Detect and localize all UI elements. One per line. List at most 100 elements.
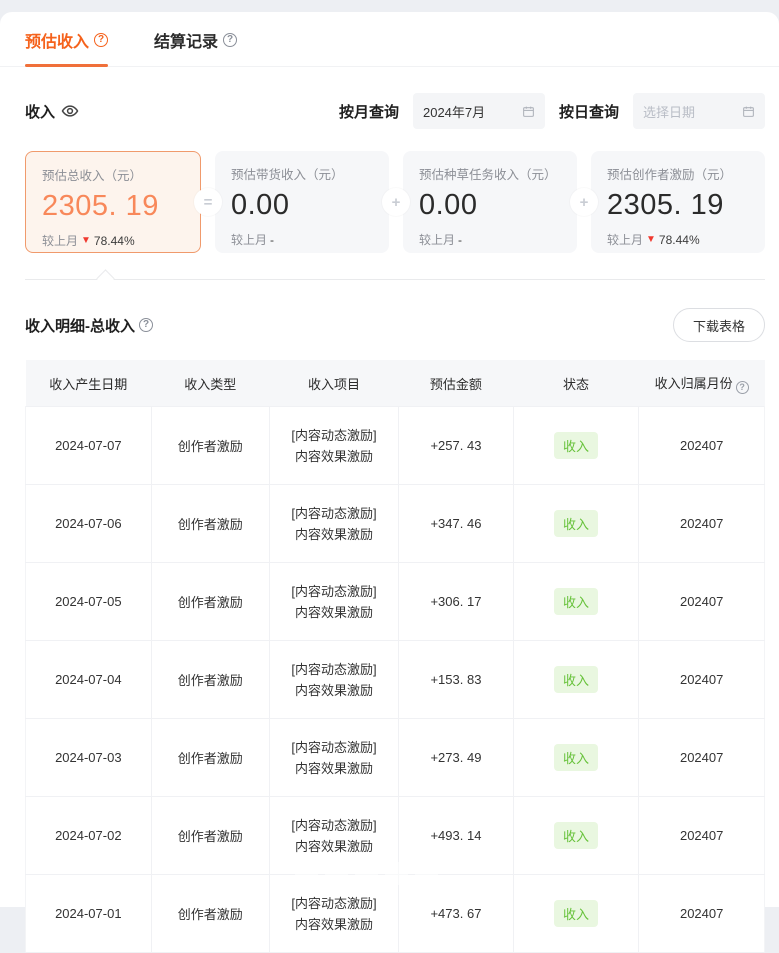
cell-month: 202407	[639, 407, 765, 485]
card-seeding-task-income[interactable]: 预估种草任务收入（元） 0.00 较上月 -	[403, 151, 577, 253]
status-badge: 收入	[554, 432, 598, 459]
down-arrow-icon	[646, 235, 656, 245]
change-value: 78.44%	[94, 234, 135, 248]
compare-label: 较上月	[419, 231, 455, 248]
cell-type: 创作者激励	[151, 407, 269, 485]
status-badge: 收入	[554, 510, 598, 537]
card-label: 预估带货收入（元）	[231, 164, 373, 183]
income-table: 收入产生日期 收入类型 收入项目 预估金额 状态 收入归属月份 2024-07-…	[25, 360, 765, 953]
eye-icon[interactable]	[61, 102, 79, 120]
card-footer: 较上月 -	[419, 231, 561, 248]
header-income-type: 收入类型	[151, 360, 269, 407]
card-footer: 较上月 78.44%	[42, 232, 184, 249]
card-commerce-income[interactable]: 预估带货收入（元） 0.00 较上月 -	[215, 151, 389, 253]
status-badge: 收入	[554, 900, 598, 927]
card-value: 2305. 19	[607, 189, 749, 222]
plus-icon: +	[382, 188, 410, 216]
cell-month: 202407	[639, 797, 765, 875]
cell-date: 2024-07-06	[26, 485, 152, 563]
header-estimated-amount: 预估金额	[399, 360, 514, 407]
help-icon[interactable]	[94, 33, 108, 47]
header-income-month-text: 收入归属月份	[655, 376, 733, 391]
cell-month: 202407	[639, 719, 765, 797]
card-value: 2305. 19	[42, 190, 184, 223]
card-footer: 较上月 78.44%	[607, 231, 749, 248]
header-status: 状态	[513, 360, 639, 407]
cell-type: 创作者激励	[151, 485, 269, 563]
header-income-month: 收入归属月份	[639, 360, 765, 407]
date-filters: 按月查询 2024年7月 按日查询 选择日期	[339, 93, 765, 129]
filter-row: 收入 按月查询 2024年7月	[25, 93, 765, 129]
cell-status: 收入	[513, 641, 639, 719]
summary-cards: 预估总收入（元） 2305. 19 较上月 78.44% = 预估带货收入（元）…	[25, 151, 765, 253]
card-value: 0.00	[231, 189, 373, 222]
cell-date: 2024-07-04	[26, 641, 152, 719]
cell-status: 收入	[513, 407, 639, 485]
selected-card-caret	[96, 269, 114, 287]
cell-status: 收入	[513, 797, 639, 875]
cell-status: 收入	[513, 875, 639, 953]
down-arrow-icon	[81, 236, 91, 246]
month-query-label: 按月查询	[339, 101, 399, 122]
download-table-button[interactable]: 下载表格	[673, 308, 765, 342]
day-picker-input[interactable]: 选择日期	[633, 93, 765, 129]
month-picker-value: 2024年7月	[423, 102, 485, 121]
cell-type: 创作者激励	[151, 719, 269, 797]
compare-label: 较上月	[231, 231, 267, 248]
cell-date: 2024-07-02	[26, 797, 152, 875]
table-row: 2024-07-04 创作者激励 [内容动态激励]内容效果激励 +153. 83…	[26, 641, 765, 719]
month-picker-input[interactable]: 2024年7月	[413, 93, 545, 129]
table-row: 2024-07-07 创作者激励 [内容动态激励]内容效果激励 +257. 43…	[26, 407, 765, 485]
cell-date: 2024-07-01	[26, 875, 152, 953]
status-badge: 收入	[554, 822, 598, 849]
help-icon[interactable]	[223, 33, 237, 47]
help-icon[interactable]	[736, 381, 749, 394]
cell-amount: +347. 46	[399, 485, 514, 563]
help-icon[interactable]	[139, 318, 153, 332]
calendar-icon	[522, 105, 535, 118]
card-label: 预估种草任务收入（元）	[419, 164, 561, 183]
card-total-income[interactable]: 预估总收入（元） 2305. 19 较上月 78.44%	[25, 151, 201, 253]
table-row: 2024-07-03 创作者激励 [内容动态激励]内容效果激励 +273. 49…	[26, 719, 765, 797]
cell-project: [内容动态激励]内容效果激励	[269, 563, 398, 641]
detail-title: 收入明细-总收入	[25, 315, 153, 336]
card-footer: 较上月 -	[231, 231, 373, 248]
status-badge: 收入	[554, 744, 598, 771]
tab-settlement-records-label: 结算记录	[154, 28, 218, 52]
cell-project: [内容动态激励]内容效果激励	[269, 719, 398, 797]
cell-project: [内容动态激励]内容效果激励	[269, 485, 398, 563]
detail-header: 收入明细-总收入 下载表格	[25, 308, 765, 342]
cell-amount: +153. 83	[399, 641, 514, 719]
cell-month: 202407	[639, 641, 765, 719]
cell-type: 创作者激励	[151, 797, 269, 875]
card-creator-incentive[interactable]: 预估创作者激励（元） 2305. 19 较上月 78.44%	[591, 151, 765, 253]
main-panel: 预估收入 结算记录 收入 按月查询 2024年7月	[0, 12, 779, 907]
card-divider	[25, 279, 765, 280]
change-value: -	[270, 233, 274, 247]
card-label: 预估创作者激励（元）	[607, 164, 749, 183]
tab-bar: 预估收入 结算记录	[0, 12, 779, 67]
cell-project: [内容动态激励]内容效果激励	[269, 875, 398, 953]
tab-settlement-records[interactable]: 结算记录	[154, 28, 237, 66]
tab-estimated-income-label: 预估收入	[25, 28, 89, 52]
detail-title-text: 收入明细-总收入	[25, 315, 135, 336]
cell-status: 收入	[513, 719, 639, 797]
calendar-icon	[742, 105, 755, 118]
cell-date: 2024-07-05	[26, 563, 152, 641]
status-badge: 收入	[554, 588, 598, 615]
cell-amount: +493. 14	[399, 797, 514, 875]
card-label: 预估总收入（元）	[42, 165, 184, 184]
cell-type: 创作者激励	[151, 641, 269, 719]
tab-estimated-income[interactable]: 预估收入	[25, 28, 108, 66]
cell-amount: +306. 17	[399, 563, 514, 641]
cell-project: [内容动态激励]内容效果激励	[269, 641, 398, 719]
table-row: 2024-07-05 创作者激励 [内容动态激励]内容效果激励 +306. 17…	[26, 563, 765, 641]
cell-status: 收入	[513, 485, 639, 563]
day-query-label: 按日查询	[559, 101, 619, 122]
table-row: 2024-07-06 创作者激励 [内容动态激励]内容效果激励 +347. 46…	[26, 485, 765, 563]
status-badge: 收入	[554, 666, 598, 693]
day-picker-placeholder: 选择日期	[643, 102, 695, 121]
plus-icon: +	[570, 188, 598, 216]
cell-amount: +473. 67	[399, 875, 514, 953]
table-header-row: 收入产生日期 收入类型 收入项目 预估金额 状态 收入归属月份	[26, 360, 765, 407]
